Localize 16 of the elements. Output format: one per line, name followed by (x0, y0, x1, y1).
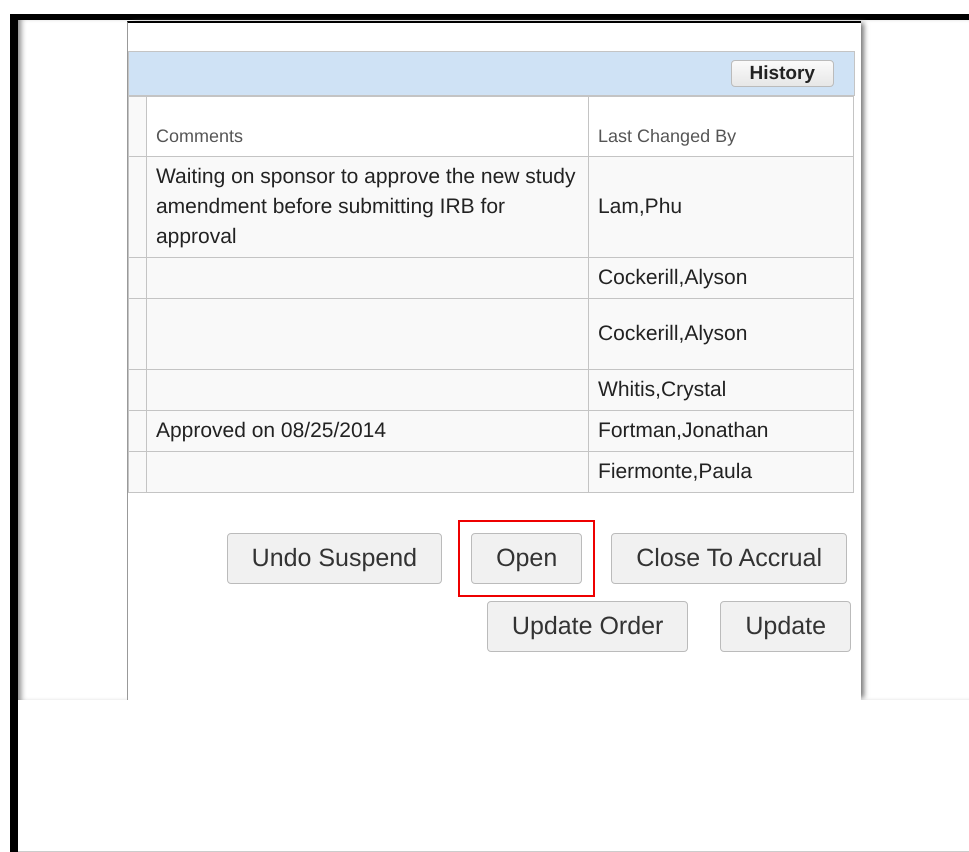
action-button[interactable]: Open (471, 533, 582, 584)
table-cell: Cockerill,Alyson (588, 258, 854, 298)
action-button[interactable]: Close To Accrual (611, 533, 847, 584)
column-header: Comments (146, 96, 588, 156)
history-button[interactable]: History (730, 60, 834, 87)
table-cell: Fortman,Jonathan (588, 410, 854, 452)
action-button[interactable]: Undo Suspend (226, 533, 442, 584)
table-cell: Whitis,Crystal (588, 370, 854, 410)
table-cell: Approved on 08/25/2014 (146, 410, 588, 452)
table-cell: Waiting on sponsor to approve the new study amendment before submitting IRB for approval (146, 156, 588, 258)
action-button[interactable]: Update (720, 601, 851, 652)
action-button[interactable]: Update Order (486, 601, 688, 652)
table-cell: Fiermonte,Paula (588, 452, 854, 492)
table-cell: Cockerill,Alyson (588, 298, 854, 370)
column-header: Last Changed By (588, 96, 854, 156)
table-cell: Lam,Phu (588, 156, 854, 258)
